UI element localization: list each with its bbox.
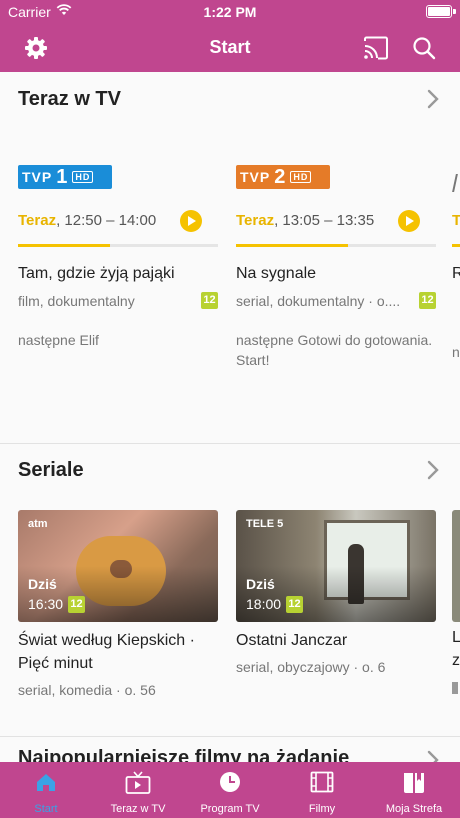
- section-divider: [0, 443, 460, 444]
- broadcast-progress-bar: [18, 244, 218, 247]
- broadcast-time: , 13:05 – 13:35: [274, 212, 375, 229]
- age-rating-badge: 12: [68, 596, 85, 613]
- channel-logo: TVP 2 HD: [236, 162, 330, 192]
- chevron-right-icon[interactable]: [426, 459, 440, 481]
- age-rating-badge: 12: [286, 596, 303, 613]
- channel-logo: TVP 1 HD: [18, 162, 112, 192]
- series-thumbnail: atm Dziś 16:30 12: [18, 510, 218, 622]
- series-title: Świat według Kiepskich · Pięć minut: [18, 632, 195, 672]
- air-time: 16:30: [28, 596, 64, 612]
- clock-icon: [220, 772, 240, 792]
- now-time-row: Teraz, 13:05 – 13:35: [236, 210, 436, 236]
- channel-logo-icon: atm: [28, 518, 48, 530]
- next-show-text: następne Elif: [18, 332, 99, 348]
- cast-icon[interactable]: [362, 34, 390, 62]
- home-icon: [37, 774, 55, 791]
- tab-tv-program[interactable]: Program TV: [184, 762, 276, 818]
- tab-movies[interactable]: Filmy: [276, 762, 368, 818]
- next-show-text: następne Gotowi do gotowania. Start!: [236, 332, 433, 368]
- age-rating-badge: 12: [201, 292, 218, 309]
- section-divider: [0, 736, 460, 737]
- chevron-right-icon[interactable]: [426, 88, 440, 110]
- show-title: Tam, gdzie żyją pająki: [18, 265, 175, 282]
- air-time: 18:00: [246, 596, 282, 612]
- status-bar: Carrier 1:22 PM: [0, 0, 460, 24]
- series-title: Ostatni Janczar: [236, 632, 348, 649]
- air-day: Dziś: [28, 576, 57, 592]
- show-genre: film, dokumentalny: [18, 293, 135, 309]
- broadcast-time: , 12:50 – 14:00: [56, 212, 157, 229]
- play-button[interactable]: [180, 210, 202, 232]
- status-time: 1:22 PM: [203, 4, 257, 20]
- series-thumbnail: TELE 5 Dziś 18:00 12: [236, 510, 436, 622]
- section-title-now-on-tv: Teraz w TV: [18, 88, 121, 110]
- film-icon: [310, 771, 334, 793]
- page-title: Start: [209, 37, 251, 57]
- top-navigation-bar: Start: [0, 24, 460, 72]
- bookmark-book-icon: [404, 773, 424, 793]
- search-icon[interactable]: [410, 34, 438, 62]
- bottom-tab-bar: Start Teraz w TV Program TV Filmy Moja S…: [0, 762, 460, 818]
- channel-logo-icon: TELE 5: [246, 518, 284, 530]
- now-label: Teraz: [236, 212, 275, 229]
- section-title-series: Seriale: [18, 459, 84, 481]
- series-card[interactable]: atm Dziś 16:30 12 Świat według Kiepskich…: [18, 510, 218, 710]
- show-title: Na sygnale: [236, 265, 317, 282]
- now-on-tv-card[interactable]: TVP 1 HD Teraz, 12:50 – 14:00 Tam, gdzie…: [18, 152, 218, 372]
- series-card[interactable]: TELE 5 Dziś 18:00 12 Ostatni Janczar ser…: [236, 510, 436, 710]
- series-meta: serial, obyczajowy · o. 6: [236, 659, 386, 675]
- tab-start[interactable]: Start: [0, 762, 92, 818]
- show-genre: serial, dokumentalny · o....: [236, 293, 401, 309]
- air-day: Dziś: [246, 576, 275, 592]
- now-on-tv-card[interactable]: TVP 2 HD Teraz, 13:05 – 13:35 Na sygnale…: [236, 152, 436, 372]
- now-on-tv-card-peek[interactable]: T R n: [452, 152, 460, 372]
- play-button[interactable]: [398, 210, 420, 232]
- broadcast-progress-bar: [236, 244, 436, 247]
- battery-icon: [426, 5, 452, 18]
- now-time-row: Teraz, 12:50 – 14:00: [18, 210, 218, 236]
- series-meta: serial, komedia · o. 56: [18, 682, 156, 698]
- tab-now-on-tv[interactable]: Teraz w TV: [92, 762, 184, 818]
- tv-icon: [125, 771, 151, 794]
- age-rating-badge: 12: [419, 292, 436, 309]
- series-card-peek[interactable]: L z: [452, 510, 460, 710]
- now-label: Teraz: [18, 212, 57, 229]
- tab-my-zone[interactable]: Moja Strefa: [368, 762, 460, 818]
